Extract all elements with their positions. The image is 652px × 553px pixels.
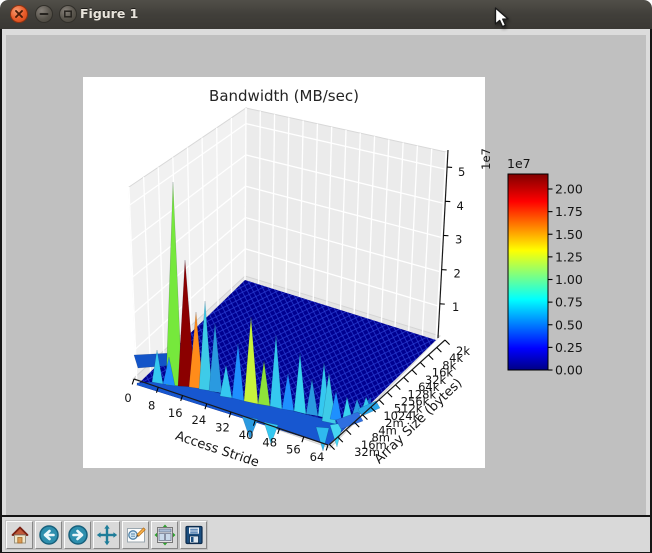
x-tick-label: 48 (262, 435, 277, 449)
colorbar-tick-label: 0.50 (555, 317, 583, 332)
zoom-to-rectangle-button[interactable] (122, 521, 149, 549)
x-tick-label: 64 (310, 450, 325, 464)
mouse-cursor (494, 7, 511, 33)
colorbar-tick-label: 1.75 (555, 204, 583, 219)
save-button[interactable] (180, 521, 207, 549)
x-tick-label: 24 (192, 413, 207, 427)
colorbar-tick-label: 1.00 (555, 272, 583, 287)
forward-button[interactable] (64, 521, 91, 549)
z-tick-label: 3 (455, 233, 462, 247)
home-icon (9, 524, 31, 546)
colorbar-tick-label: 0.75 (555, 295, 583, 310)
window-title: Figure 1 (80, 0, 138, 29)
figure-canvas[interactable]: 0816243240485664 32m16m8m4m2m1024k512k25… (6, 35, 646, 515)
back-icon (38, 524, 60, 546)
forward-icon (67, 524, 89, 546)
maximize-button[interactable] (59, 5, 77, 23)
x-tick-label: 56 (286, 443, 301, 457)
back-button[interactable] (35, 521, 62, 549)
pan-icon (96, 524, 118, 546)
close-button[interactable] (10, 5, 28, 23)
chart-title: Bandwidth (MB/sec) (209, 87, 359, 105)
z-tick-label: 2 (454, 266, 461, 280)
cursor-arrow-icon (494, 7, 511, 29)
x-tick-label: 32 (215, 421, 230, 435)
z-tick-label: 1 (452, 300, 459, 314)
configure-subplots-button[interactable] (151, 521, 178, 549)
minimize-button[interactable] (35, 5, 53, 23)
x-tick-label: 8 (148, 398, 155, 412)
colorbar-tick-label: 0.25 (555, 340, 583, 355)
figure-window: Figure 1 (0, 0, 652, 553)
zoom-to-rectangle-icon (125, 524, 147, 546)
colorbar-gradient (508, 174, 548, 370)
x-tick-label: 40 (239, 428, 254, 442)
minimize-icon (39, 9, 49, 19)
y-tick-label: 2k (456, 344, 470, 358)
window-body: 0816243240485664 32m16m8m4m2m1024k512k25… (0, 29, 652, 553)
titlebar[interactable]: Figure 1 (0, 0, 652, 30)
colorbar-tick-label: 1.25 (555, 249, 583, 264)
toolbar (2, 515, 650, 552)
x-tick-label: 0 (124, 391, 131, 405)
plot-svg: 0816243240485664 32m16m8m4m2m1024k512k25… (6, 35, 646, 515)
colorbar-tick-label: 1.50 (555, 227, 583, 242)
x-tick-label: 16 (168, 406, 183, 420)
home-button[interactable] (6, 521, 33, 549)
colorbar-tick-label: 2.00 (555, 182, 583, 197)
maximize-icon (63, 9, 73, 19)
save-icon (183, 524, 205, 546)
pan-button[interactable] (93, 521, 120, 549)
configure-subplots-icon (154, 524, 176, 546)
close-icon (14, 9, 24, 19)
z-offset-label: 1e7 (479, 148, 493, 170)
z-tick-label: 4 (457, 199, 464, 213)
colorbar-offset-label: 1e7 (507, 156, 531, 171)
z-tick-label: 5 (458, 165, 465, 179)
colorbar-tick-label: 0.00 (555, 363, 583, 378)
